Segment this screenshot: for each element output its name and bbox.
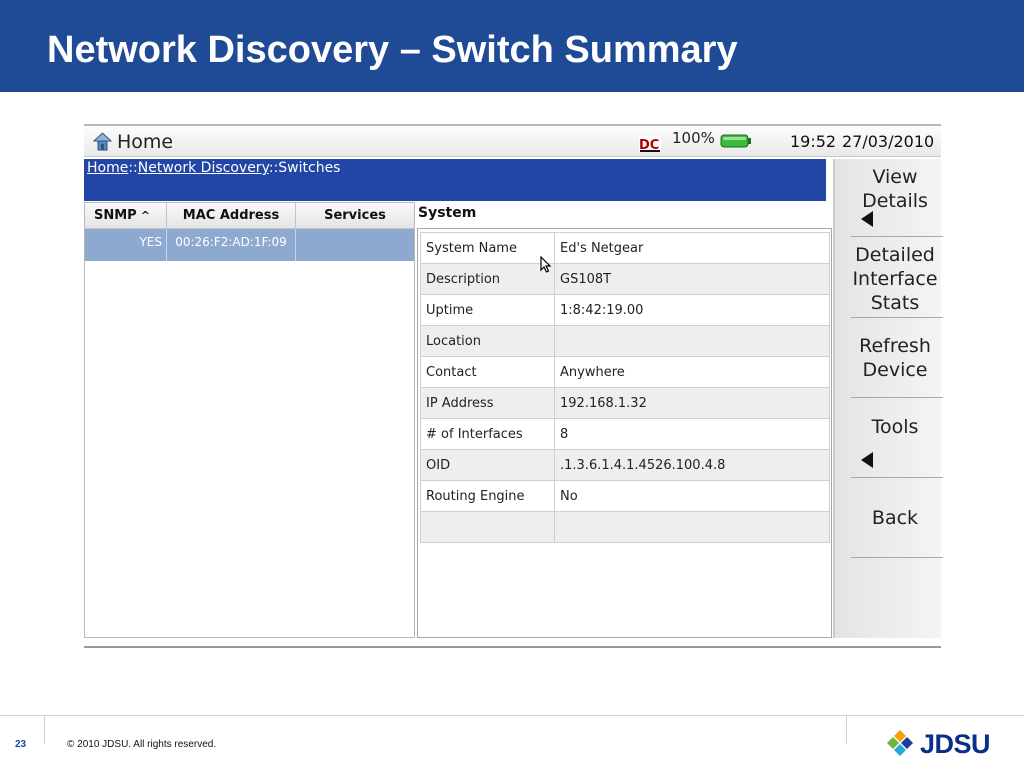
status-bar: Home DC 100% 19:52 27/03/2010: [84, 124, 941, 157]
row-label: Contact: [420, 356, 555, 388]
row-value: GS108T: [554, 263, 830, 295]
submenu-arrow-icon: [861, 211, 873, 227]
window-title: Home: [117, 131, 174, 153]
jdsu-logo-icon: [885, 728, 915, 758]
device-screen: Home DC 100% 19:52 27/03/2010 Home::Netw…: [84, 124, 943, 648]
breadcrumb: Home::Network Discovery::Switches: [87, 160, 340, 176]
list-header: SNMP ^ MAC Address Services: [85, 203, 414, 229]
switch-list: SNMP ^ MAC Address Services YES 00:26:F2:…: [84, 202, 415, 638]
tools-button[interactable]: Tools: [849, 415, 941, 439]
row-value: 8: [554, 418, 830, 450]
softkey-divider: [851, 477, 943, 478]
table-row: Description GS108T: [420, 263, 830, 295]
breadcrumb-separator: ::: [268, 160, 279, 176]
table-row: Contact Anywhere: [420, 356, 830, 388]
table-row: Uptime 1:8:42:19.00: [420, 294, 830, 326]
row-label: OID: [420, 449, 555, 481]
table-row: # of Interfaces 8: [420, 418, 830, 450]
row-value: .1.3.6.1.4.1.4526.100.4.8: [554, 449, 830, 481]
sort-ascending-icon: ^: [140, 209, 150, 222]
row-label: # of Interfaces: [420, 418, 555, 450]
back-button[interactable]: Back: [849, 506, 941, 530]
jdsu-logo-text: JDSU: [920, 729, 991, 759]
table-row: OID .1.3.6.1.4.1.4526.100.4.8: [420, 449, 830, 481]
footer-divider: [44, 716, 45, 744]
cell-mac-address: 00:26:F2:AD:1F:09: [167, 229, 296, 261]
breadcrumb-separator: ::: [128, 160, 138, 176]
row-label: Routing Engine: [420, 480, 555, 512]
footer-divider: [846, 716, 847, 744]
slide-title: Network Discovery – Switch Summary: [47, 29, 738, 71]
table-row: IP Address 192.168.1.32: [420, 387, 830, 419]
row-value: Ed's Netgear: [554, 232, 830, 264]
breadcrumb-home-link[interactable]: Home: [87, 160, 128, 176]
row-value: 192.168.1.32: [554, 387, 830, 419]
table-row: System Name Ed's Netgear: [420, 232, 830, 264]
breadcrumb-network-discovery-link[interactable]: Network Discovery: [138, 160, 269, 176]
submenu-arrow-icon: [861, 452, 873, 468]
view-details-button[interactable]: View Details: [849, 165, 941, 213]
breadcrumb-current: Switches: [278, 160, 341, 176]
slide-header: Network Discovery – Switch Summary: [0, 0, 1024, 92]
softkey-divider: [851, 317, 943, 318]
row-label: Uptime: [420, 294, 555, 326]
row-label: Description: [420, 263, 555, 295]
system-section-title: System: [418, 205, 477, 221]
row-value: Anywhere: [554, 356, 830, 388]
row-value: [554, 325, 830, 357]
column-header-snmp[interactable]: SNMP ^: [85, 203, 167, 228]
cell-snmp: YES: [85, 229, 167, 261]
clock-time: 19:52: [790, 132, 837, 151]
home-icon[interactable]: [92, 131, 112, 152]
table-row: [420, 511, 830, 543]
softkey-panel: View Details Detailed Interface Stats Re…: [833, 159, 943, 638]
copyright-text: © 2010 JDSU. All rights reserved.: [67, 739, 217, 750]
table-row[interactable]: YES 00:26:F2:AD:1F:09: [85, 229, 414, 261]
softkey-divider: [851, 557, 943, 558]
dc-power-icon: DC: [639, 136, 661, 153]
row-label: IP Address: [420, 387, 555, 419]
softkey-divider: [851, 236, 943, 237]
battery-icon: [720, 134, 751, 148]
system-info-panel: System Name Ed's Netgear Description GS108…: [417, 228, 832, 638]
row-label: [420, 511, 555, 543]
breadcrumb-bar: Home::Network Discovery::Switches: [84, 159, 826, 201]
table-row: Routing Engine No: [420, 480, 830, 512]
row-label: System Name: [420, 232, 555, 264]
cell-services: [296, 229, 414, 261]
detailed-interface-stats-button[interactable]: Detailed Interface Stats: [849, 243, 941, 315]
page-number: 23: [15, 739, 27, 750]
row-value: 1:8:42:19.00: [554, 294, 830, 326]
column-header-mac-address[interactable]: MAC Address: [167, 203, 296, 228]
row-label: Location: [420, 325, 555, 357]
clock-date: 27/03/2010: [842, 132, 935, 151]
system-info-table: System Name Ed's Netgear Description GS108…: [420, 232, 830, 543]
battery-level: 100%: [672, 129, 715, 147]
row-value: [554, 511, 830, 543]
softkey-divider: [851, 397, 943, 398]
refresh-device-button[interactable]: Refresh Device: [849, 334, 941, 382]
footer-divider: [0, 715, 1024, 716]
column-header-services[interactable]: Services: [296, 203, 414, 228]
cursor-icon: [540, 256, 552, 273]
row-value: No: [554, 480, 830, 512]
table-row: Location: [420, 325, 830, 357]
